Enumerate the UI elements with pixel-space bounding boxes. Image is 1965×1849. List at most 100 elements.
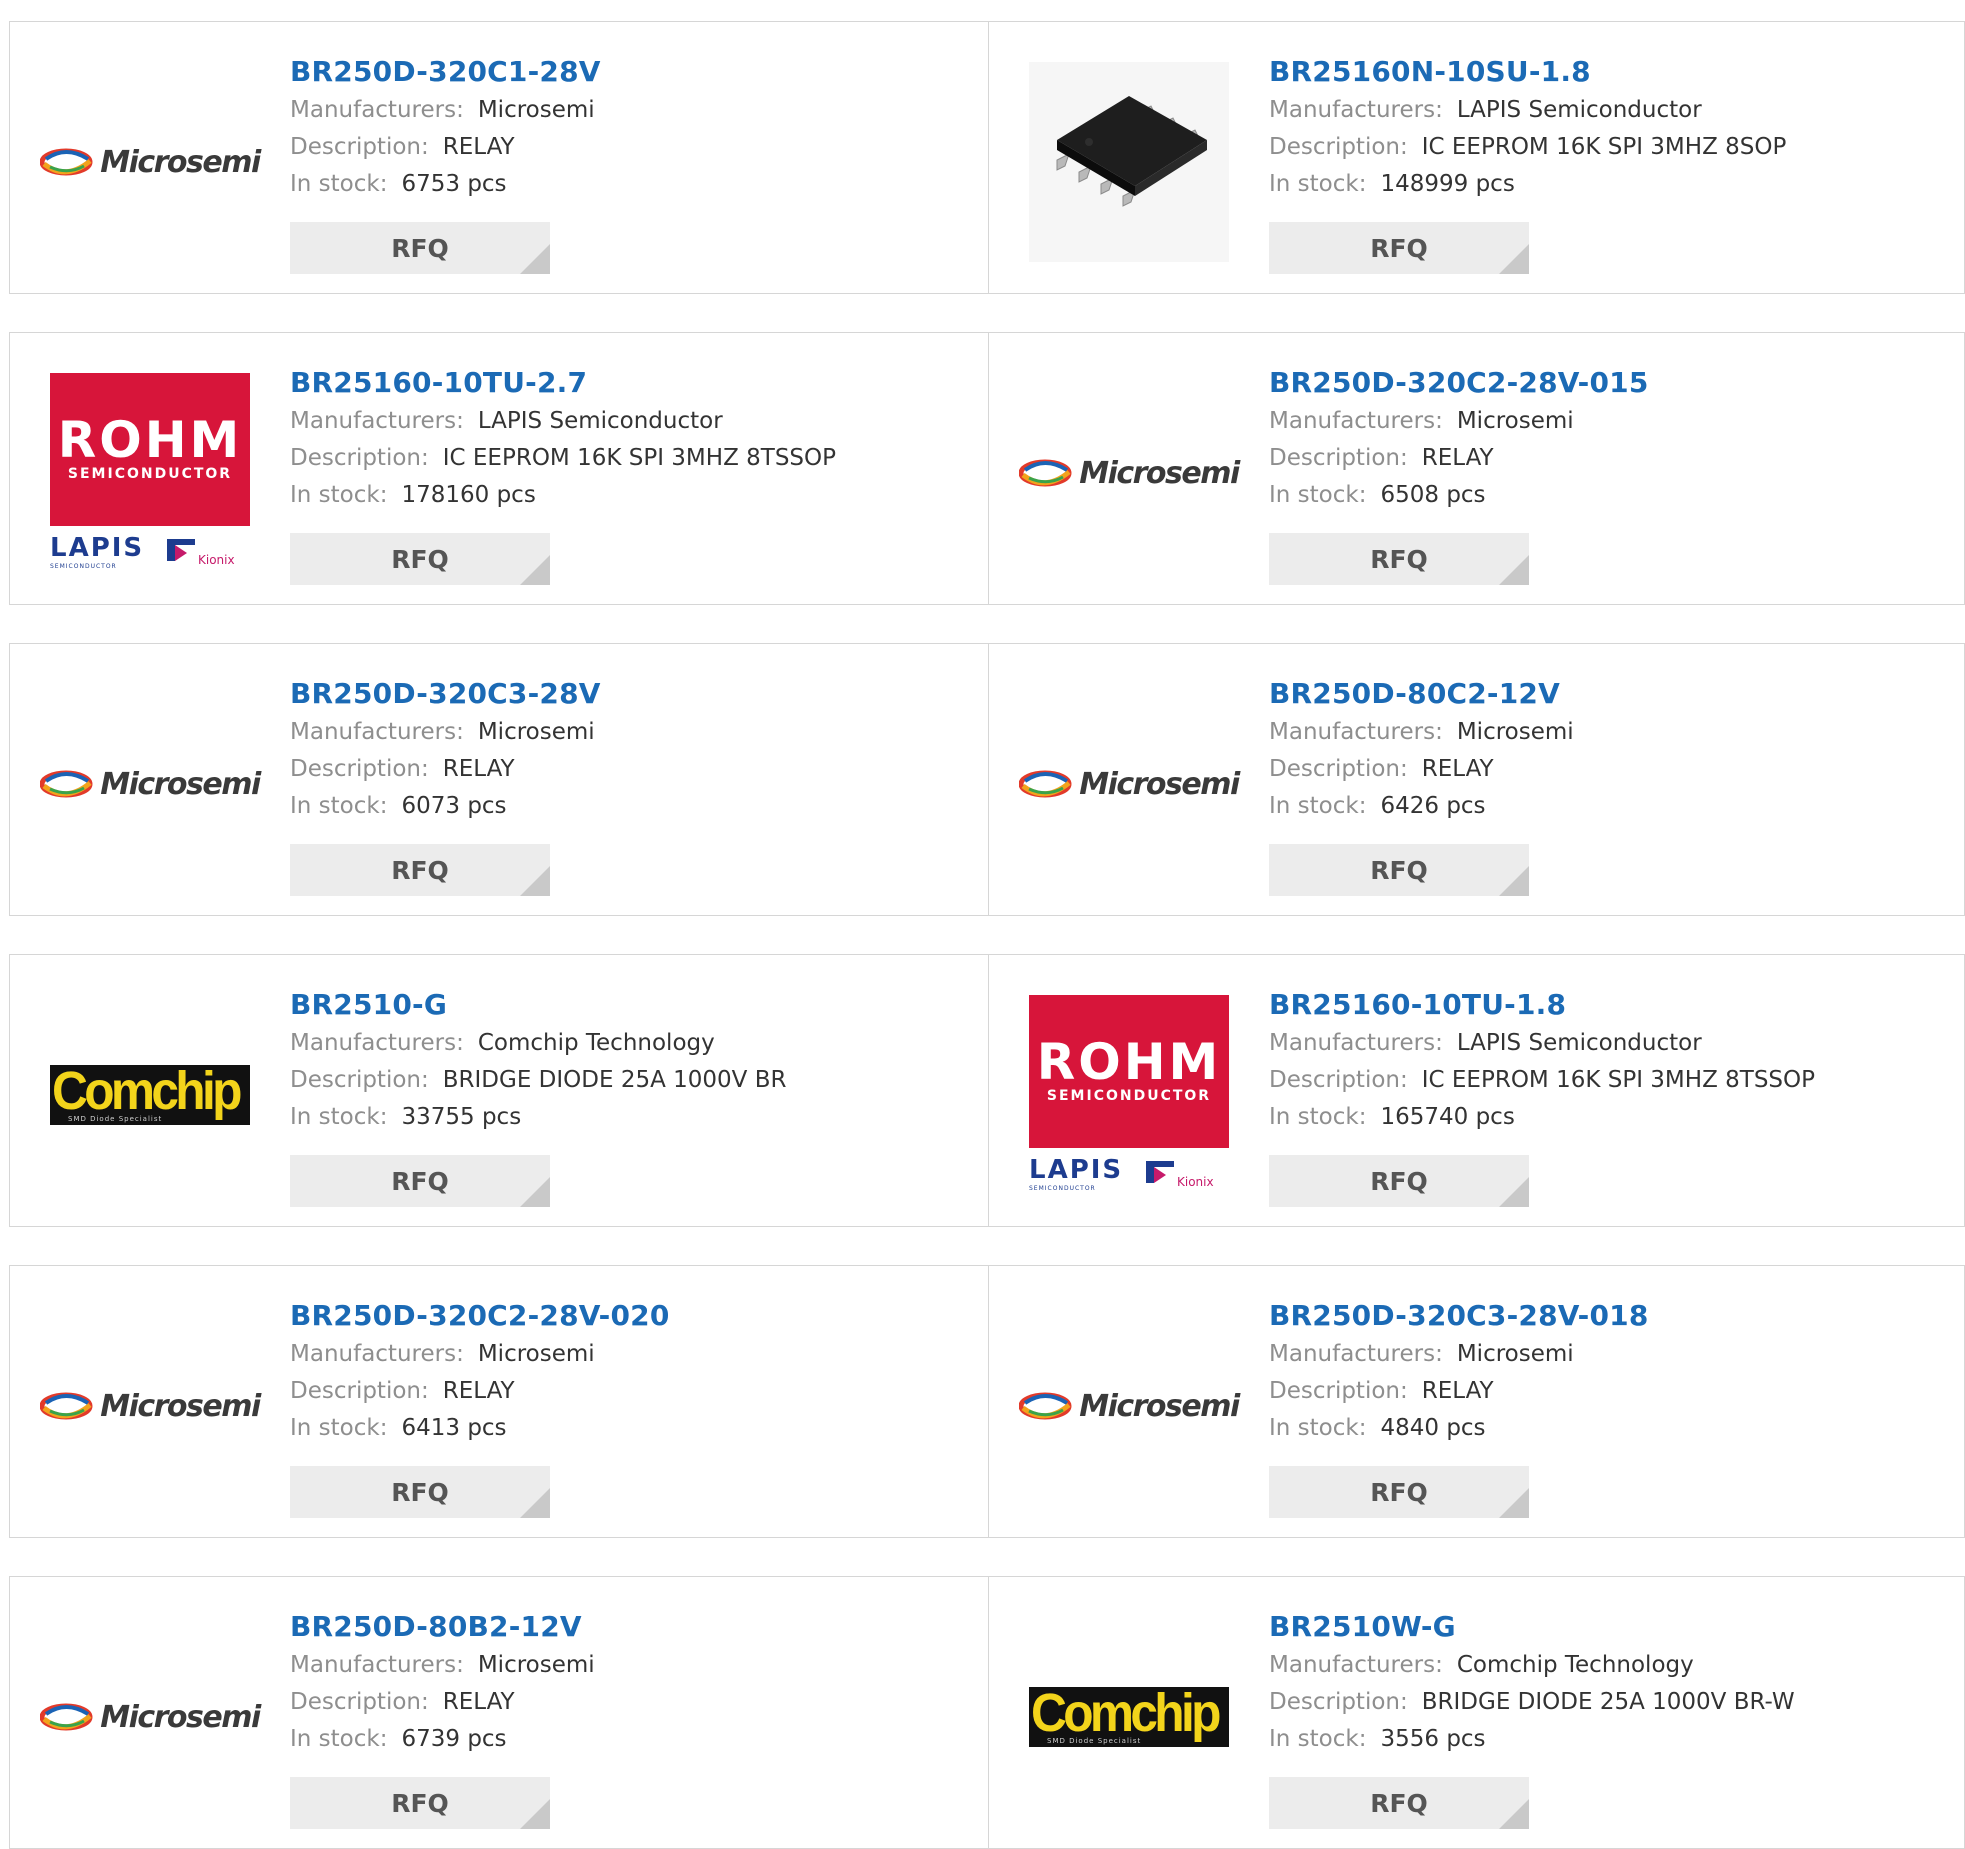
description-line: Description: RELAY	[290, 1373, 670, 1410]
part-number-link[interactable]: BR250D-320C3-28V	[290, 674, 601, 714]
part-number-link[interactable]: BR2510W-G	[1269, 1607, 1795, 1647]
stock-label: In stock:	[290, 171, 388, 197]
part-number-link[interactable]: BR25160N-10SU-1.8	[1269, 52, 1786, 92]
rfq-button[interactable]: RFQ	[290, 222, 550, 274]
description-line: Description: RELAY	[1269, 440, 1649, 477]
description-label: Description:	[1269, 1067, 1408, 1093]
corner-triangle-icon	[1499, 1799, 1529, 1829]
manufacturer-label: Manufacturers:	[1269, 408, 1443, 434]
product-logo[interactable]: Comchip SMD Diode Specialist	[1029, 1617, 1229, 1817]
product-info: BR25160-10TU-1.8 Manufacturers: LAPIS Semi…	[1269, 985, 1815, 1136]
description-line: Description: RELAY	[290, 1684, 595, 1721]
stock-label: In stock:	[1269, 1726, 1367, 1752]
stock-value: 6073 pcs	[401, 793, 507, 819]
description-line: Description: RELAY	[290, 751, 601, 788]
part-number-link[interactable]: BR250D-80B2-12V	[290, 1607, 595, 1647]
product-info: BR250D-320C2-28V-015 Manufacturers: Micros…	[1269, 363, 1649, 514]
microsemi-wordmark: Microsemi	[100, 1699, 261, 1735]
product-logo[interactable]: Microsemi	[1019, 373, 1240, 573]
rfq-button[interactable]: RFQ	[290, 1466, 550, 1518]
stock-label: In stock:	[1269, 171, 1367, 197]
rohm-banner: ROHM SEMICONDUCTOR	[50, 373, 250, 526]
rfq-label: RFQ	[391, 1166, 449, 1196]
stock-line: In stock: 33755 pcs	[290, 1099, 786, 1136]
description-label: Description:	[290, 134, 429, 160]
description-value: RELAY	[442, 756, 515, 782]
rfq-label: RFQ	[1370, 1788, 1428, 1818]
stock-line: In stock: 148999 pcs	[1269, 166, 1786, 203]
product-info: BR25160-10TU-2.7 Manufacturers: LAPIS Semi…	[290, 363, 836, 514]
part-number-link[interactable]: BR250D-80C2-12V	[1269, 674, 1574, 714]
rohm-subtitle: SEMICONDUCTOR	[1046, 1088, 1212, 1104]
lapis-kionix-strip: LAPIS SEMICONDUCTOR Kionix	[1029, 1155, 1229, 1195]
rfq-button[interactable]: RFQ	[290, 1777, 550, 1829]
product-logo[interactable]: Microsemi	[1019, 684, 1240, 884]
description-line: Description: RELAY	[1269, 1373, 1649, 1410]
corner-triangle-icon	[520, 555, 550, 585]
product-card: Microsemi BR250D-320C3-28V-018 Manufactur…	[989, 1266, 1965, 1537]
rfq-button[interactable]: RFQ	[290, 533, 550, 585]
description-label: Description:	[1269, 1689, 1408, 1715]
product-logo[interactable]: Microsemi	[40, 1617, 261, 1817]
manufacturer-label: Manufacturers:	[290, 1652, 464, 1678]
stock-value: 4840 pcs	[1380, 1415, 1486, 1441]
microsemi-logo: Microsemi	[1019, 1389, 1240, 1424]
part-number-link[interactable]: BR2510-G	[290, 985, 786, 1025]
stock-line: In stock: 6508 pcs	[1269, 477, 1649, 514]
rfq-button[interactable]: RFQ	[1269, 1466, 1529, 1518]
rfq-button[interactable]: RFQ	[290, 1155, 550, 1207]
product-info: BR2510W-G Manufacturers: Comchip Technolog…	[1269, 1607, 1795, 1758]
microsemi-swirl-icon	[40, 1392, 93, 1420]
rfq-label: RFQ	[391, 855, 449, 885]
rfq-button[interactable]: RFQ	[1269, 1777, 1529, 1829]
stock-line: In stock: 165740 pcs	[1269, 1099, 1815, 1136]
microsemi-logo: Microsemi	[40, 145, 261, 180]
rohm-subtitle: SEMICONDUCTOR	[67, 466, 233, 482]
stock-label: In stock:	[1269, 482, 1367, 508]
part-number-link[interactable]: BR25160-10TU-2.7	[290, 363, 836, 403]
rfq-label: RFQ	[391, 1477, 449, 1507]
rfq-button[interactable]: RFQ	[290, 844, 550, 896]
microsemi-swirl-icon	[1019, 459, 1072, 487]
corner-triangle-icon	[1499, 1488, 1529, 1518]
microsemi-logo: Microsemi	[40, 1699, 261, 1735]
rfq-button[interactable]: RFQ	[1269, 222, 1529, 274]
part-number-link[interactable]: BR250D-320C1-28V	[290, 52, 601, 92]
manufacturer-value: Microsemi	[477, 97, 595, 123]
manufacturer-line: Manufacturers: LAPIS Semiconductor	[290, 403, 836, 440]
rfq-button[interactable]: RFQ	[1269, 844, 1529, 896]
stock-line: In stock: 6413 pcs	[290, 1410, 670, 1447]
product-logo[interactable]: ROHM SEMICONDUCTOR LAPIS SEMICONDUCTOR K…	[50, 373, 250, 573]
rfq-label: RFQ	[1370, 1477, 1428, 1507]
description-value: IC EEPROM 16K SPI 3MHZ 8TSSOP	[1421, 1067, 1815, 1093]
corner-triangle-icon	[1499, 555, 1529, 585]
description-value: RELAY	[1421, 445, 1494, 471]
product-logo[interactable]: Microsemi	[1019, 1306, 1240, 1506]
rfq-label: RFQ	[1370, 233, 1428, 263]
stock-value: 165740 pcs	[1380, 1104, 1515, 1130]
description-value: RELAY	[1421, 756, 1494, 782]
rfq-button[interactable]: RFQ	[1269, 533, 1529, 585]
microsemi-logo: Microsemi	[1019, 767, 1240, 802]
description-label: Description:	[1269, 756, 1408, 782]
product-logo[interactable]: ROHM SEMICONDUCTOR LAPIS SEMICONDUCTOR K…	[1029, 995, 1229, 1195]
product-logo[interactable]: Comchip SMD Diode Specialist	[50, 995, 250, 1195]
manufacturer-value: Microsemi	[1456, 408, 1574, 434]
rfq-button[interactable]: RFQ	[1269, 1155, 1529, 1207]
part-number-link[interactable]: BR250D-320C2-28V-015	[1269, 363, 1649, 403]
manufacturer-line: Manufacturers: LAPIS Semiconductor	[1269, 1025, 1815, 1062]
product-card: Microsemi BR250D-320C2-28V-015 Manufactur…	[989, 333, 1965, 604]
comchip-subtitle: SMD Diode Specialist	[1047, 1737, 1142, 1745]
part-number-link[interactable]: BR250D-320C3-28V-018	[1269, 1296, 1649, 1336]
part-number-link[interactable]: BR25160-10TU-1.8	[1269, 985, 1815, 1025]
product-logo[interactable]: Microsemi	[40, 684, 261, 884]
product-logo[interactable]	[1029, 62, 1229, 262]
manufacturer-label: Manufacturers:	[290, 719, 464, 745]
description-label: Description:	[1269, 445, 1408, 471]
stock-label: In stock:	[290, 1415, 388, 1441]
product-logo[interactable]: Microsemi	[40, 62, 261, 262]
stock-value: 6426 pcs	[1380, 793, 1486, 819]
part-number-link[interactable]: BR250D-320C2-28V-020	[290, 1296, 670, 1336]
manufacturer-value: LAPIS Semiconductor	[477, 408, 723, 434]
product-logo[interactable]: Microsemi	[40, 1306, 261, 1506]
